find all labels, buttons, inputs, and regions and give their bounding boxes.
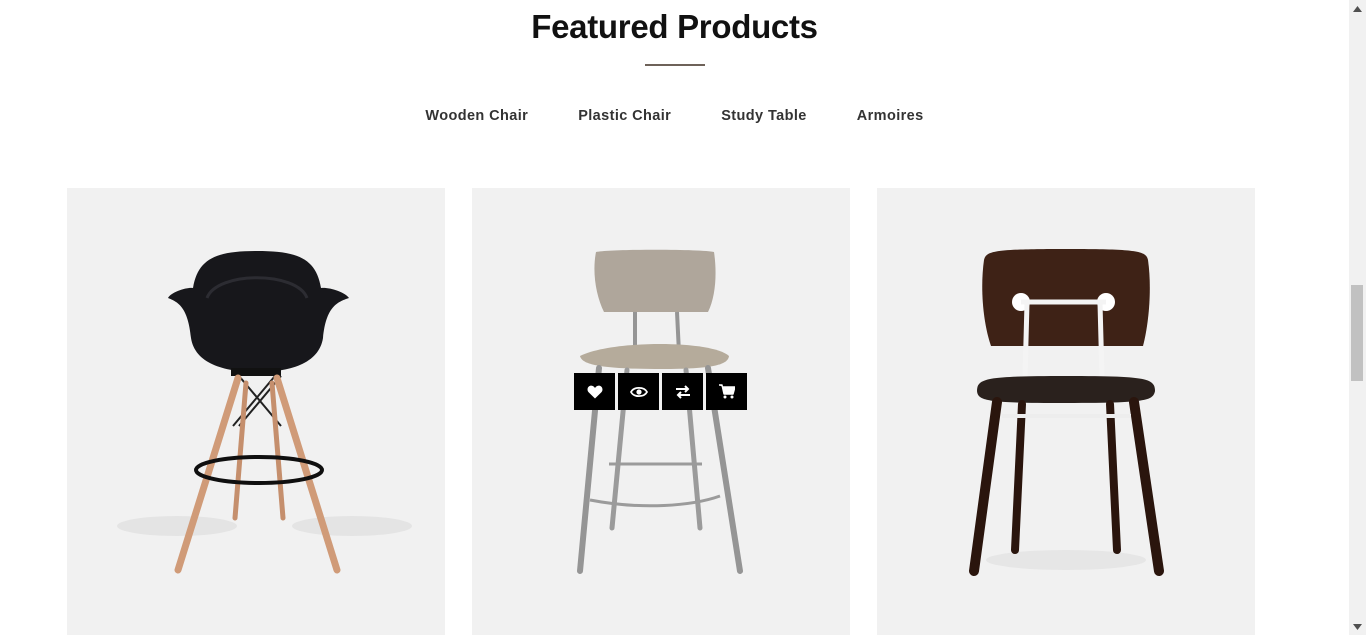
scroll-thumb[interactable] xyxy=(1351,285,1363,381)
product-image[interactable] xyxy=(472,188,850,635)
tab-study-table[interactable]: Study Table xyxy=(721,106,807,126)
scroll-up-button[interactable] xyxy=(1349,0,1366,17)
tab-armoires[interactable]: Armoires xyxy=(857,106,924,126)
compare-icon xyxy=(675,384,690,399)
page-scrollbar[interactable] xyxy=(1349,0,1366,635)
title-divider xyxy=(645,64,705,66)
product-image[interactable] xyxy=(877,188,1255,635)
eye-icon xyxy=(629,386,648,397)
add-to-cart-button[interactable] xyxy=(706,373,747,410)
page: Featured Products Wooden Chair Plastic C… xyxy=(0,0,1349,635)
category-tabs: Wooden Chair Plastic Chair Study Table A… xyxy=(0,106,1349,126)
section-title: Featured Products xyxy=(531,8,818,45)
wishlist-button[interactable] xyxy=(574,373,615,410)
product-card[interactable] xyxy=(877,188,1255,635)
scroll-down-button[interactable] xyxy=(1349,618,1366,635)
arrow-down-icon xyxy=(1353,623,1362,630)
product-actions xyxy=(574,373,747,410)
quick-view-button[interactable] xyxy=(618,373,659,410)
arrow-up-icon xyxy=(1353,5,1362,12)
heart-icon xyxy=(587,385,602,398)
tab-plastic-chair[interactable]: Plastic Chair xyxy=(578,106,671,126)
product-card[interactable] xyxy=(472,188,850,635)
product-image[interactable] xyxy=(67,188,445,635)
compare-button[interactable] xyxy=(662,373,703,410)
tab-wooden-chair[interactable]: Wooden Chair xyxy=(425,106,528,126)
product-card[interactable] xyxy=(67,188,445,635)
cart-icon xyxy=(718,384,735,399)
